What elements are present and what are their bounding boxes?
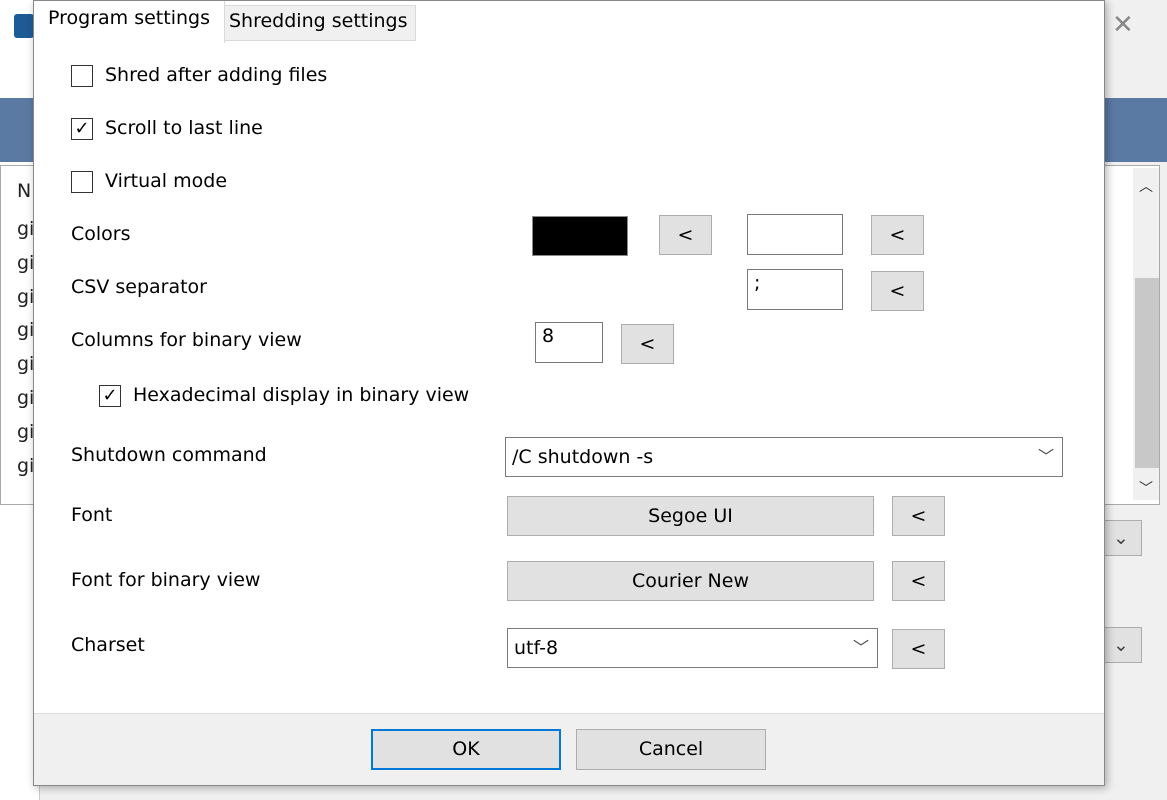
shutdown-command-combo[interactable]: /C shutdown -s ﹀ (505, 437, 1063, 477)
scroll-down-icon[interactable]: ﹀ (1139, 478, 1153, 498)
close-icon[interactable]: ✕ (1112, 10, 1134, 40)
shutdown-command-label: Shutdown command (71, 444, 267, 466)
shred-after-adding-label: Shred after adding files (105, 64, 328, 86)
chevron-down-icon: ﹀ (852, 638, 869, 657)
charset-label: Charset (71, 634, 145, 656)
ok-button[interactable]: OK (371, 729, 561, 770)
chevron-down-icon: ﹀ (1037, 447, 1054, 466)
binary-columns-reset-button[interactable]: < (621, 324, 674, 364)
list-item[interactable]: gi (17, 353, 34, 375)
scroll-up-icon[interactable]: ︿ (1139, 176, 1153, 196)
hex-display-label: Hexadecimal display in binary view (133, 384, 470, 406)
list-header: N (17, 180, 32, 202)
list-item[interactable]: gi (17, 252, 34, 274)
font-label: Font (71, 504, 113, 526)
foreground-color-swatch[interactable] (532, 216, 628, 256)
virtual-mode-label: Virtual mode (105, 170, 228, 192)
hex-display-checkbox[interactable]: ✓ (99, 385, 121, 407)
csv-separator-label: CSV separator (71, 276, 207, 298)
binary-font-reset-button[interactable]: < (892, 561, 945, 601)
shutdown-command-value: /C shutdown -s (512, 446, 654, 468)
charset-value: utf-8 (514, 637, 559, 659)
shred-after-adding-checkbox[interactable] (71, 65, 93, 87)
list-item[interactable]: gi (17, 286, 34, 308)
charset-combo[interactable]: utf-8 ﹀ (507, 628, 878, 668)
list-item[interactable]: gi (17, 218, 34, 240)
virtual-mode-checkbox[interactable] (71, 171, 93, 193)
binary-font-button[interactable]: Courier New (507, 561, 874, 601)
binary-font-label: Font for binary view (71, 569, 261, 591)
background-color-swatch[interactable] (747, 214, 843, 255)
scrollbar-thumb[interactable] (1135, 278, 1159, 468)
list-item[interactable]: gi (17, 387, 34, 409)
tab-program-settings[interactable]: Program settings (34, 1, 225, 43)
app-icon (14, 14, 34, 38)
list-item[interactable]: gi (17, 421, 34, 443)
background-color-reset-button[interactable]: < (871, 215, 924, 255)
settings-dialog: Program settings Shredding settings Shre… (33, 0, 1105, 786)
font-reset-button[interactable]: < (892, 496, 945, 536)
background-combo[interactable]: ⌄ (1100, 627, 1142, 663)
scroll-last-line-label: Scroll to last line (105, 117, 263, 139)
scroll-last-line-checkbox[interactable]: ✓ (71, 118, 93, 140)
colors-label: Colors (71, 223, 131, 245)
background-combo[interactable]: ⌄ (1100, 520, 1142, 556)
list-item[interactable]: gi (17, 455, 34, 477)
foreground-color-reset-button[interactable]: < (659, 215, 712, 255)
csv-separator-input[interactable]: ; (747, 269, 843, 310)
cancel-button[interactable]: Cancel (576, 729, 766, 770)
charset-reset-button[interactable]: < (892, 629, 945, 669)
binary-columns-label: Columns for binary view (71, 329, 302, 351)
csv-separator-reset-button[interactable]: < (871, 271, 924, 311)
tab-shredding-settings[interactable]: Shredding settings (221, 5, 416, 41)
dialog-footer: OK Cancel (34, 713, 1104, 785)
binary-columns-input[interactable]: 8 (535, 322, 603, 363)
font-button[interactable]: Segoe UI (507, 496, 874, 536)
list-item[interactable]: gi (17, 319, 34, 341)
